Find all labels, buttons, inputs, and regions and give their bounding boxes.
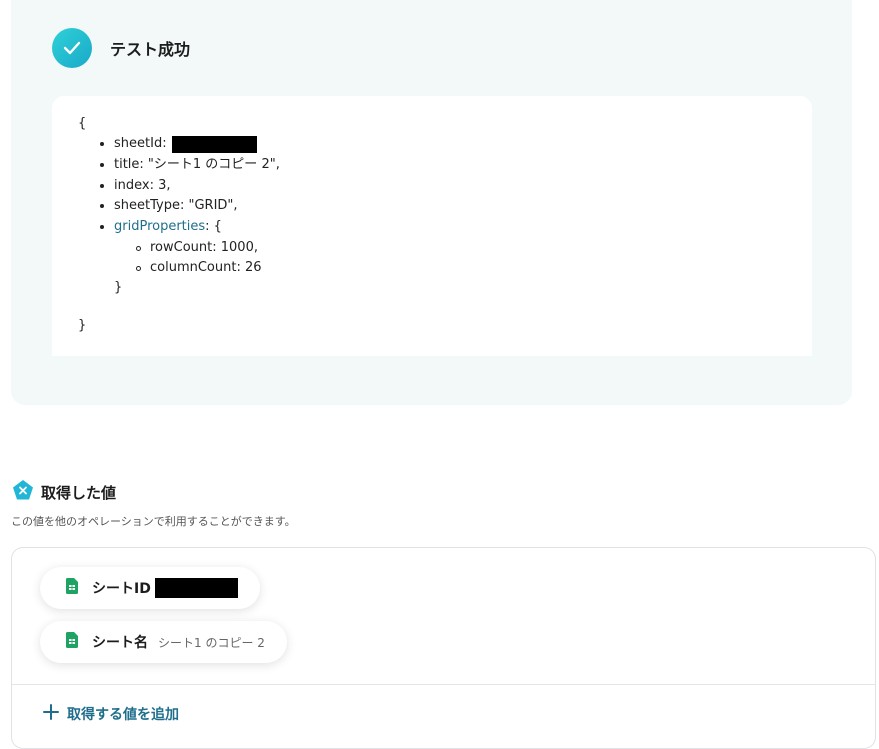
google-sheets-icon (66, 578, 78, 598)
retrieved-values-card: シートID シート名 シート1 のコピー 2 取得する値を追加 (11, 547, 876, 749)
bullet-ring (136, 245, 141, 251)
json-line-columncount: columnCount: 26 (136, 258, 262, 278)
json-line-title: title: "シート1 のコピー 2", (100, 155, 280, 175)
json-close-brace: } (78, 318, 87, 333)
value-chip-sheet-id[interactable]: シートID (40, 567, 260, 609)
json-line-sheettype: sheetType: "GRID", (100, 196, 238, 216)
add-retrieved-value-button[interactable]: 取得する値を追加 (43, 704, 179, 724)
test-success-header: テスト成功 (52, 28, 190, 68)
json-open-brace: { (78, 116, 87, 131)
gridproperties-link[interactable]: gridProperties (114, 217, 205, 237)
chip-label: シートID (92, 581, 151, 597)
google-sheets-icon (66, 632, 78, 652)
json-inner-close-brace: } (114, 280, 123, 295)
card-divider (12, 684, 875, 685)
redacted-sheet-id-value (154, 578, 238, 598)
bullet-dot (100, 142, 104, 146)
bullet-dot (100, 163, 104, 167)
json-line-gridproperties[interactable]: gridProperties : { (100, 217, 222, 237)
sheetid-key: sheetId: (114, 136, 167, 151)
json-line-sheetid: sheetId: (100, 134, 257, 154)
add-retrieved-value-label: 取得する値を追加 (67, 707, 179, 723)
retrieved-values-title: 取得した値 (41, 483, 117, 502)
bullet-dot (100, 184, 104, 188)
json-line-index: index: 3, (100, 176, 170, 196)
test-status-text: テスト成功 (110, 40, 191, 59)
variable-pentagon-icon (12, 479, 34, 505)
bullet-dot (100, 225, 104, 229)
retrieved-values-description: この値を他のオペレーションで利用することができます。 (11, 515, 296, 528)
redacted-sheetid (171, 135, 257, 153)
value-chip-sheet-name[interactable]: シート名 シート1 のコピー 2 (40, 621, 287, 663)
chip-label: シート名 (92, 635, 148, 651)
json-line-rowcount: rowCount: 1000, (136, 238, 258, 258)
plus-icon (43, 704, 59, 724)
bullet-dot (100, 204, 104, 208)
chip-value: シート1 のコピー 2 (158, 635, 265, 650)
json-output-box: { sheetId: title: "シート1 のコピー 2", index: … (52, 96, 812, 356)
bullet-ring (136, 265, 141, 271)
check-icon (52, 28, 92, 68)
retrieved-values-header: 取得した値 (12, 479, 116, 505)
